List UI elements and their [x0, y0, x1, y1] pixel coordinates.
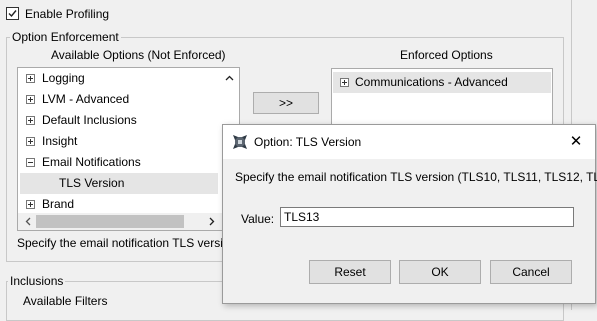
available-item-label: TLS Version	[59, 176, 125, 190]
available-filters-label: Available Filters	[23, 294, 108, 308]
tls-version-dialog: Option: TLS Version ✕ Specify the email …	[222, 124, 597, 304]
available-item-label: Brand	[42, 197, 75, 211]
inclusions-legend: Inclusions	[8, 274, 66, 288]
scroll-up-button[interactable]	[221, 70, 238, 87]
available-item[interactable]: Email Notifications	[20, 152, 218, 173]
option-description: Specify the email notification TLS versi…	[17, 236, 222, 250]
available-item[interactable]: Brand	[20, 194, 218, 215]
expand-icon[interactable]	[26, 95, 35, 104]
available-item-label: Default Inclusions	[42, 113, 137, 127]
reset-button[interactable]: Reset	[309, 260, 391, 284]
available-options-header: Available Options (Not Enforced)	[51, 48, 226, 62]
scroll-left-button[interactable]	[20, 213, 36, 230]
close-icon[interactable]: ✕	[561, 129, 591, 155]
dialog-description: Specify the email notification TLS versi…	[235, 170, 597, 184]
expand-icon[interactable]	[26, 137, 35, 146]
expand-icon[interactable]	[26, 200, 35, 209]
value-label: Value:	[241, 212, 275, 226]
expand-icon[interactable]	[26, 74, 35, 83]
available-item[interactable]: Insight	[20, 131, 218, 152]
expand-icon[interactable]	[26, 116, 35, 125]
enforced-item-label: Communications - Advanced	[355, 75, 508, 89]
available-item-label: Logging	[42, 71, 85, 85]
available-options-list[interactable]: Logging LVM - Advanced Default Inclusions I…	[17, 67, 240, 231]
option-enforcement-legend: Option Enforcement	[10, 30, 121, 44]
ok-button[interactable]: OK	[399, 260, 481, 284]
available-item[interactable]: TLS Version	[20, 173, 218, 194]
chevron-left-icon	[25, 217, 31, 226]
scrollbar-thumb[interactable]	[36, 215, 184, 228]
expand-icon[interactable]	[340, 78, 349, 87]
enable-profiling-checkbox[interactable]	[6, 7, 19, 20]
enable-profiling-label: Enable Profiling	[25, 7, 110, 21]
dialog-titlebar[interactable]: Option: TLS Version ✕	[223, 125, 595, 159]
cancel-button[interactable]: Cancel	[490, 260, 572, 284]
dialog-title: Option: TLS Version	[254, 135, 362, 149]
value-input[interactable]	[280, 207, 574, 227]
available-item-label: Insight	[42, 134, 78, 148]
horizontal-scrollbar[interactable]	[18, 213, 239, 230]
scroll-right-button[interactable]	[204, 213, 220, 230]
collapse-icon[interactable]	[26, 158, 35, 167]
available-item-label: Email Notifications	[42, 155, 141, 169]
enforced-item-communications[interactable]: Communications - Advanced	[333, 72, 551, 93]
available-item-label: LVM - Advanced	[42, 92, 130, 106]
checkmark-icon	[8, 10, 17, 18]
available-item[interactable]: LVM - Advanced	[20, 89, 218, 110]
chevron-right-icon	[209, 217, 215, 226]
move-to-enforced-button[interactable]: >>	[253, 92, 319, 114]
app-icon	[233, 135, 247, 149]
available-item[interactable]: Logging	[20, 68, 218, 89]
chevron-up-icon	[225, 75, 234, 81]
enforced-options-header: Enforced Options	[400, 48, 493, 62]
available-item[interactable]: Default Inclusions	[20, 110, 218, 131]
